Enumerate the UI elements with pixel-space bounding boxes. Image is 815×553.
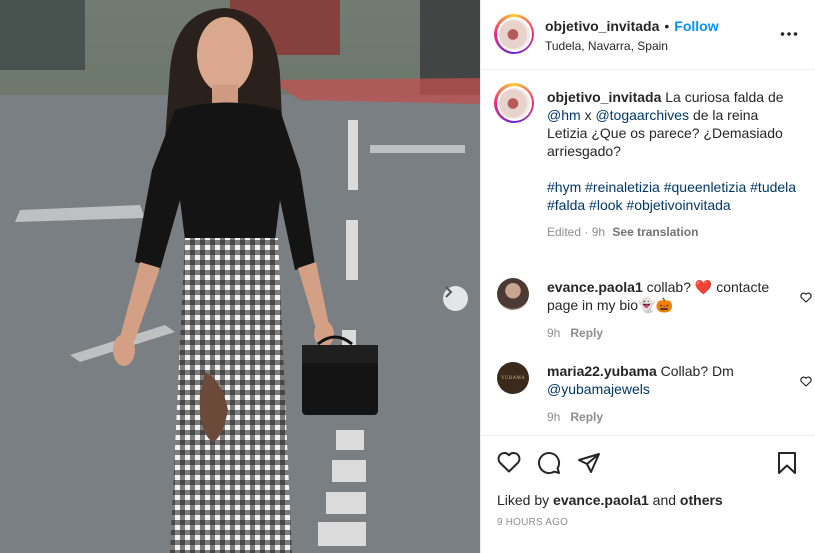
comment-item: YUBAMA maria22.yubama Collab? Dm @yubama… (497, 362, 812, 424)
hashtag-link[interactable]: #look (589, 197, 622, 213)
ghost-pumpkin-emoji: 👻🎃 (638, 297, 673, 313)
liked-by-and: and (652, 492, 677, 508)
comment-text: Collab? Dm (660, 363, 734, 379)
likes-summary: Liked by evance.paola1 and others (497, 492, 723, 508)
comment-item: evance.paola1 collab? ❤️ contacte page i… (497, 278, 812, 340)
liked-by-prefix: Liked by (497, 492, 550, 508)
photo-scene (0, 0, 480, 553)
share-icon (578, 453, 600, 473)
reply-button[interactable]: Reply (570, 410, 603, 424)
separator-dot: • (664, 18, 670, 34)
commenter-avatar[interactable]: YUBAMA (497, 362, 529, 394)
heart-icon (800, 292, 812, 303)
chevron-right-icon (445, 286, 453, 298)
commenter-username[interactable]: maria22.yubama (547, 363, 657, 379)
comment-time: 9h (547, 326, 561, 340)
share-button[interactable] (577, 451, 601, 480)
mention-link[interactable]: @yubamajewels (547, 381, 650, 397)
hashtag-link[interactable]: #objetivoinvitada (626, 197, 730, 213)
author-avatar[interactable] (494, 14, 534, 54)
liked-by-username[interactable]: evance.paola1 (553, 492, 649, 508)
more-options-button[interactable] (780, 24, 798, 42)
hashtag-link[interactable]: #tudela (750, 179, 796, 195)
comment-icon (538, 452, 561, 475)
comment-time: 9h (547, 410, 561, 424)
edited-label: Edited · 9h (547, 225, 606, 239)
avatar-logo-text: YUBAMA (500, 375, 526, 381)
post-timestamp: 9 HOURS AGO (497, 517, 569, 528)
next-photo-button[interactable] (443, 286, 468, 311)
comment-meta: 9h Reply (547, 324, 782, 342)
heart-icon (497, 451, 521, 473)
heart-emoji: ❤️ (694, 279, 713, 295)
reply-button[interactable]: Reply (570, 326, 603, 340)
comment-text: collab? (646, 279, 691, 295)
heart-icon (800, 376, 812, 387)
commenter-avatar[interactable] (497, 278, 529, 310)
caption-author-avatar[interactable] (494, 83, 534, 123)
hashtag-link[interactable]: #queenletizia (664, 179, 747, 195)
post-location[interactable]: Tudela, Navarra, Spain (545, 39, 668, 53)
hashtag-link[interactable]: #hym (547, 179, 581, 195)
post-photo (0, 0, 480, 553)
comment-body: evance.paola1 collab? ❤️ contacte page i… (547, 278, 782, 342)
comment-like-button[interactable] (800, 290, 812, 308)
follow-button[interactable]: Follow (674, 18, 718, 34)
comment-meta: 9h Reply (547, 408, 782, 426)
see-translation-button[interactable]: See translation (612, 225, 698, 239)
post-actions: Liked by evance.paola1 and others 9 HOUR… (481, 435, 815, 553)
bookmark-icon (778, 452, 796, 474)
save-button[interactable] (776, 451, 798, 480)
caption-text-1: La curiosa falda de (665, 89, 784, 105)
post-caption: objetivo_invitada La curiosa falda de @h… (547, 88, 797, 241)
comment-body: maria22.yubama Collab? Dm @yubamajewels … (547, 362, 782, 426)
liked-by-others[interactable]: others (680, 492, 723, 508)
hashtag-link[interactable]: #reinaletizia (585, 179, 660, 195)
comment-like-button[interactable] (800, 374, 812, 392)
post-header: objetivo_invitada • Follow Tudela, Navarra… (481, 0, 815, 70)
caption-meta: Edited · 9h See translation (547, 223, 797, 241)
post-details-panel: objetivo_invitada • Follow Tudela, Navarra… (480, 0, 815, 553)
like-button[interactable] (497, 451, 521, 478)
mention-link[interactable]: @togaarchives (595, 107, 689, 123)
hashtag-list: #hym #reinaletizia #queenletizia #tudela… (547, 178, 797, 214)
comment-button[interactable] (537, 451, 561, 480)
caption-username[interactable]: objetivo_invitada (547, 89, 661, 105)
commenter-username[interactable]: evance.paola1 (547, 279, 643, 295)
hashtag-link[interactable]: #falda (547, 197, 585, 213)
caption-text-2: x (584, 107, 592, 123)
mention-link[interactable]: @hm (547, 107, 581, 123)
author-username[interactable]: objetivo_invitada (545, 18, 659, 34)
more-options-icon (780, 32, 798, 36)
